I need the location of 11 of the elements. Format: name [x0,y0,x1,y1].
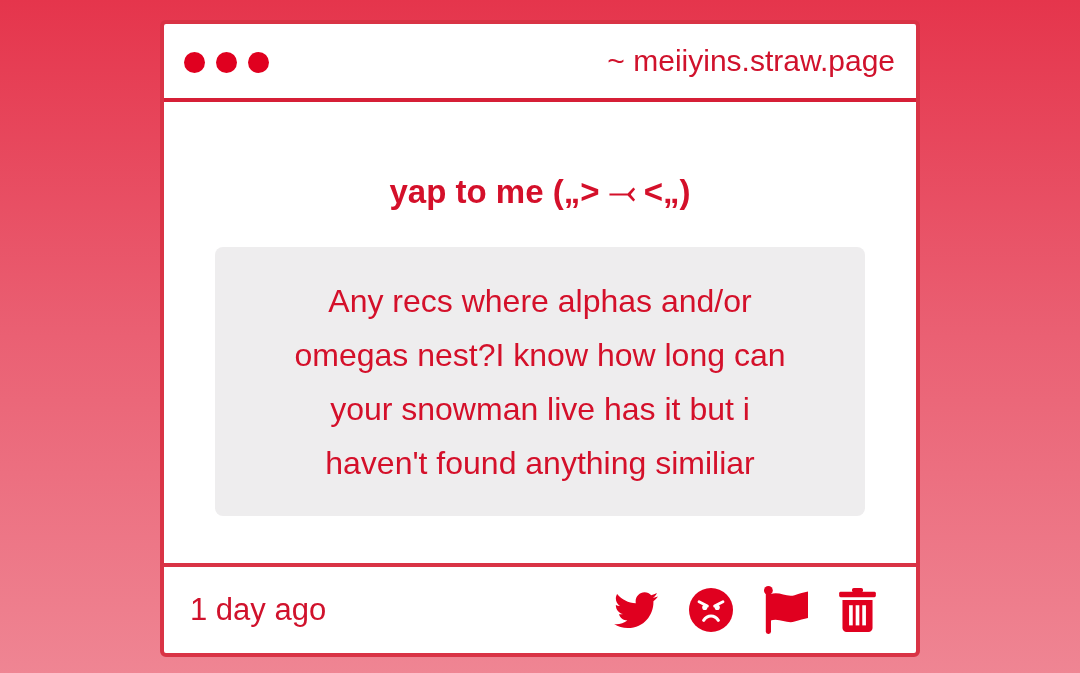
window-dot-icon [184,51,205,73]
trash-icon[interactable] [839,588,876,632]
bird-icon[interactable] [614,591,658,629]
angry-face-icon[interactable] [689,588,733,632]
page-address: ~ meiiyins.straw.page [607,44,895,78]
flag-icon[interactable] [764,586,808,634]
timestamp: 1 day ago [190,592,327,628]
window-dot-icon [216,51,237,73]
page-title: yap to me („˃ ⤙ ˂„) [389,172,691,212]
window-dot-icon [248,51,269,73]
message-text: Any recs where alphas and/or omegas nest?I know how long can your snowman live has it but i haven't found anything similiar [215,247,865,516]
